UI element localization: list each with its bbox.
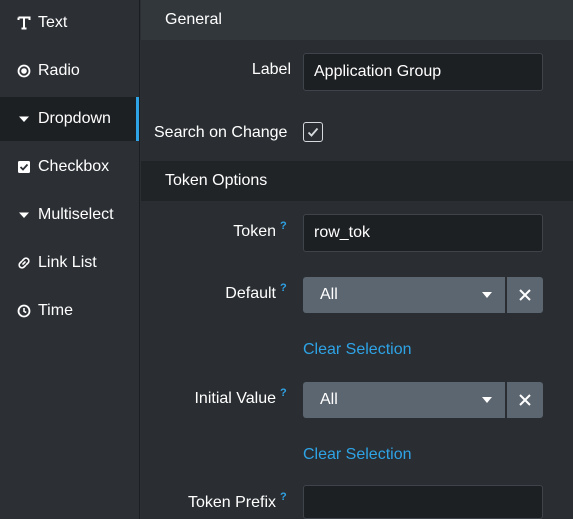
close-icon — [519, 289, 531, 301]
checkbox-icon — [17, 160, 31, 174]
sidebar-item-label: Dropdown — [38, 110, 111, 127]
sidebar-item-label: Time — [38, 302, 73, 319]
initial-value-clear-selection-link[interactable]: Clear Selection — [303, 446, 412, 464]
help-icon[interactable]: ? — [280, 491, 287, 503]
default-clear-selection-link[interactable]: Clear Selection — [303, 341, 412, 359]
close-icon — [519, 394, 531, 406]
token-prefix-input[interactable] — [303, 485, 543, 519]
initial-value-dropdown-value: All — [320, 391, 338, 408]
label-input[interactable] — [303, 53, 543, 91]
default-dropdown[interactable]: All — [303, 277, 505, 313]
initial-value-clear-button[interactable] — [507, 382, 543, 418]
initial-value-field-label: Initial Value — [194, 390, 276, 407]
default-field-label: Default — [225, 285, 276, 302]
token-field-label: Token — [233, 223, 276, 240]
sidebar-item-label: Multiselect — [38, 206, 114, 223]
initial-value-dropdown[interactable]: All — [303, 382, 505, 418]
dropdown-settings-panel: General Label Search on Change Token Opt… — [141, 0, 573, 519]
default-clear-button[interactable] — [507, 277, 543, 313]
help-icon[interactable]: ? — [280, 387, 287, 399]
sidebar: Text Radio Dropdown Checkbox Multiselect… — [0, 0, 140, 519]
sidebar-item-label: Checkbox — [38, 158, 110, 175]
sidebar-item-label: Link List — [38, 254, 97, 271]
search-on-change-checkbox[interactable] — [303, 122, 323, 142]
token-input[interactable] — [303, 214, 543, 252]
label-field-label: Label — [251, 61, 291, 78]
sidebar-item-checkbox[interactable]: Checkbox — [0, 145, 139, 189]
multiselect-icon — [17, 208, 31, 222]
chevron-down-icon — [482, 292, 492, 298]
sidebar-item-dropdown[interactable]: Dropdown — [0, 97, 139, 141]
link-icon — [17, 256, 31, 270]
checkmark-icon — [307, 127, 319, 137]
help-icon[interactable]: ? — [280, 282, 287, 294]
dropdown-icon — [17, 112, 31, 126]
sidebar-item-text[interactable]: Text — [0, 1, 139, 45]
text-icon — [17, 16, 31, 30]
sidebar-item-time[interactable]: Time — [0, 289, 139, 333]
default-dropdown-value: All — [320, 286, 338, 303]
search-on-change-label: Search on Change — [154, 124, 288, 141]
token-prefix-field-label: Token Prefix — [187, 494, 276, 511]
sidebar-item-multiselect[interactable]: Multiselect — [0, 193, 139, 237]
section-header-general: General — [141, 0, 573, 40]
clock-icon — [17, 304, 31, 318]
sidebar-item-radio[interactable]: Radio — [0, 49, 139, 93]
sidebar-item-link-list[interactable]: Link List — [0, 241, 139, 285]
chevron-down-icon — [482, 397, 492, 403]
help-icon[interactable]: ? — [280, 220, 287, 232]
radio-icon — [17, 64, 31, 78]
section-header-token-options: Token Options — [141, 161, 573, 201]
sidebar-item-label: Text — [38, 14, 68, 31]
sidebar-item-label: Radio — [38, 62, 80, 79]
